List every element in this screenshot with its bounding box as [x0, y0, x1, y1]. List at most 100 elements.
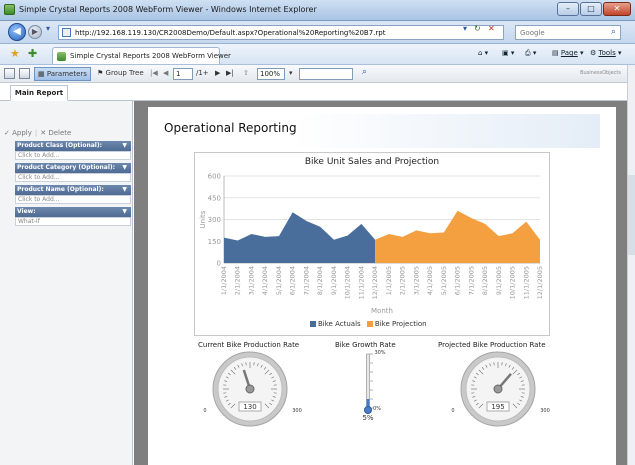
zoom-select[interactable]: 100%	[257, 68, 285, 80]
minimize-button[interactable]: –	[557, 2, 579, 16]
find-text-input[interactable]	[299, 68, 353, 80]
x-tick-label: 9/1/2004	[330, 266, 338, 295]
tools-menu-label: Tools	[598, 49, 616, 57]
x-tick-label: 11/1/2004	[357, 266, 365, 299]
gauge-min-label: 0	[451, 408, 454, 414]
scrollbar-thumb[interactable]	[628, 175, 635, 255]
x-tick-label: 2/1/2005	[399, 266, 407, 295]
x-tick-label: 11/1/2005	[522, 266, 530, 299]
tab-main-report[interactable]: Main Report	[10, 85, 68, 101]
page-menu-label: Page	[560, 49, 578, 57]
x-tick-label: 5/1/2004	[275, 266, 283, 295]
param-value-product-class[interactable]: Click to Add...	[15, 151, 131, 160]
title-bar: Simple Crystal Reports 2008 WebForm View…	[0, 0, 635, 21]
x-tick-label: 2/1/2004	[234, 266, 242, 295]
param-value-view[interactable]: What-If	[15, 217, 131, 226]
tools-menu[interactable]: ⚙ Tools ▾	[590, 49, 622, 57]
param-header-product-name[interactable]: Product Name (Optional): ▼	[15, 185, 131, 195]
gauge-min-label: 0	[203, 408, 206, 414]
page-menu[interactable]: ▤ Page ▾	[552, 49, 584, 57]
favorites-star-icon[interactable]: ★	[10, 47, 20, 60]
x-tick-label: 4/1/2004	[261, 266, 269, 295]
param-value-product-name[interactable]: Click to Add...	[15, 195, 131, 204]
stop-icon[interactable]: ✕	[488, 24, 495, 33]
y-tick-label: 300	[208, 216, 221, 224]
chevron-down-icon: ▼	[122, 208, 127, 215]
forward-button[interactable]: ▶	[28, 25, 42, 39]
chart-legend: Bike Actuals Bike Projection	[310, 320, 431, 328]
y-axis-label: Units	[199, 210, 207, 228]
delete-button[interactable]: ✕ Delete	[40, 129, 71, 137]
gauge-max-label: 300	[292, 408, 302, 414]
report-tab-strip: Main Report	[0, 83, 627, 101]
group-tree-label: Group Tree	[105, 69, 144, 77]
page-number-input[interactable]: 1	[173, 68, 193, 80]
param-header-product-class[interactable]: Product Class (Optional): ▼	[15, 141, 131, 151]
parameters-button[interactable]: ▦ Parameters	[34, 67, 91, 81]
recent-pages-icon[interactable]: ▾	[46, 24, 50, 33]
gauge-value-0: 130	[243, 403, 256, 411]
next-page-icon[interactable]: ▶	[215, 69, 220, 77]
x-tick-label: 10/1/2005	[509, 266, 517, 299]
x-tick-label: 8/1/2004	[316, 266, 324, 295]
business-objects-logo: BusinessObjects	[580, 70, 621, 76]
prev-page-icon[interactable]: ◀	[163, 69, 168, 77]
x-tick-label: 6/1/2004	[289, 266, 297, 295]
url-field[interactable]: http://192.168.119.130/CR2008Demo/Defaul…	[58, 25, 504, 40]
feeds-icon[interactable]: ▣ ▾	[502, 49, 514, 57]
print-icon[interactable]: ⎙ ▾	[525, 49, 536, 58]
chart-title: Bike Unit Sales and Projection	[304, 157, 440, 167]
param-header-view[interactable]: View: ▼	[15, 207, 131, 217]
page-total: /1+	[196, 69, 209, 77]
x-tick-label: 6/1/2005	[454, 266, 462, 295]
maximize-button[interactable]: □	[580, 2, 602, 16]
y-tick-label: 150	[208, 238, 221, 246]
search-field[interactable]: Google ⌕	[515, 25, 621, 40]
x-tick-label: 8/1/2005	[481, 266, 489, 295]
home-icon[interactable]: ⌂ ▾	[478, 49, 488, 57]
drill-up-icon[interactable]: ⇧	[243, 69, 249, 77]
ie-app-icon	[4, 4, 15, 15]
x-tick-label: 4/1/2005	[426, 266, 434, 295]
group-tree-button[interactable]: ⚑ Group Tree	[94, 67, 147, 81]
x-tick-label: 10/1/2004	[344, 266, 352, 299]
add-favorites-icon[interactable]: ✚	[28, 47, 37, 60]
refresh-icon[interactable]: ↻	[474, 24, 481, 33]
back-button[interactable]: ◀	[8, 23, 26, 41]
parameter-actions: ✓ Apply | ✕ Delete	[4, 129, 72, 137]
page-icon	[62, 28, 71, 37]
report-title: Operational Reporting	[164, 121, 297, 135]
sales-chart[interactable]: 01503004506001/1/2004 2/1/2004 3/1/2004 4/1…	[194, 152, 550, 336]
last-page-icon[interactable]: ▶|	[226, 69, 234, 77]
gauge-max-label: 300	[540, 408, 550, 414]
browser-tab[interactable]: Simple Crystal Reports 2008 WebForm View…	[52, 47, 231, 64]
close-button[interactable]: ✕	[603, 2, 631, 16]
apply-button[interactable]: ✓ Apply	[4, 129, 32, 137]
x-tick-label: 12/1/2005	[536, 266, 544, 299]
vertical-scrollbar[interactable]	[627, 65, 635, 465]
param-value-product-category[interactable]: Click to Add...	[15, 173, 131, 182]
browser-tab-label: Simple Crystal Reports 2008 WebForm View…	[70, 52, 231, 60]
growth-min-label: 0%	[373, 406, 381, 412]
parameters-label: Parameters	[46, 70, 87, 78]
chevron-down-icon: ▼	[122, 142, 127, 149]
first-page-icon[interactable]: |◀	[150, 69, 158, 77]
viewer-toolbar: ▦ Parameters ⚑ Group Tree |◀ ◀ 1 /1+ ▶ ▶…	[0, 65, 627, 83]
legend-item-actuals: Bike Actuals	[310, 320, 361, 328]
search-icon[interactable]: ⌕	[611, 27, 616, 37]
window-title: Simple Crystal Reports 2008 WebForm View…	[19, 5, 317, 14]
x-tick-label: 3/1/2004	[247, 266, 255, 295]
print-report-icon[interactable]	[19, 68, 30, 79]
x-tick-label: 1/1/2004	[220, 266, 228, 295]
url-dropdown-icon[interactable]: ▾	[463, 24, 467, 33]
find-binoculars-icon[interactable]: ⌕	[362, 67, 367, 77]
param-header-product-category[interactable]: Product Category (Optional): ▼	[15, 163, 131, 173]
tab-icon	[57, 52, 66, 61]
command-bar: ★ ✚ Simple Crystal Reports 2008 WebForm …	[0, 44, 635, 65]
export-icon[interactable]	[4, 68, 15, 79]
zoom-dropdown-icon[interactable]: ▾	[289, 69, 293, 77]
address-bar: ◀ ▶ ▾ http://192.168.119.130/CR2008Demo/…	[0, 21, 635, 44]
growth-max-label: 30%	[374, 350, 385, 356]
x-tick-label: 12/1/2004	[371, 266, 379, 299]
x-tick-label: 7/1/2005	[467, 266, 475, 295]
